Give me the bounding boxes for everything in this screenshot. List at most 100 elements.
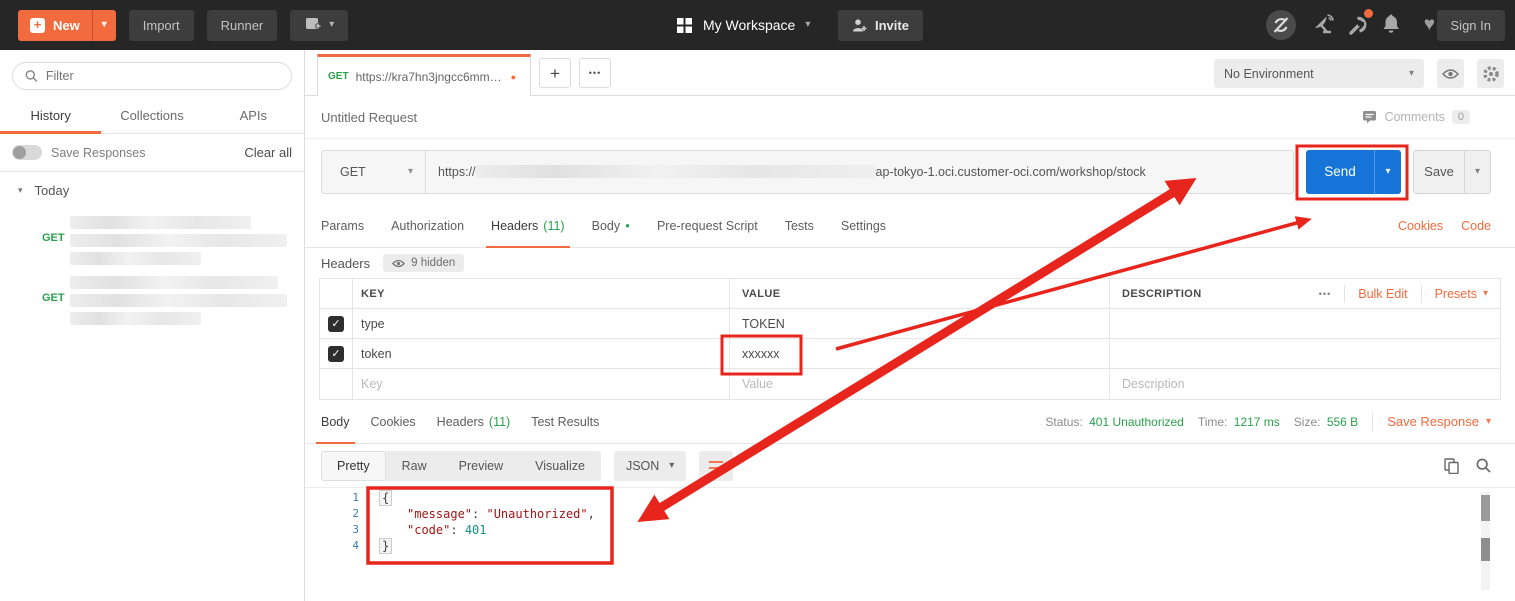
divider xyxy=(1344,285,1345,303)
status-indicator: Status: 401 Unauthorized xyxy=(1045,415,1183,429)
bulk-edit-link[interactable]: Bulk Edit xyxy=(1358,287,1407,301)
new-window-button[interactable]: ▾ xyxy=(290,10,348,41)
header-value: xxxxxx xyxy=(742,347,780,361)
new-button-label: New xyxy=(53,18,80,33)
new-button[interactable]: + New ▾ xyxy=(18,10,116,41)
more-icon[interactable]: ••• xyxy=(1319,289,1331,299)
tab-settings[interactable]: Settings xyxy=(841,204,886,247)
tab-params[interactable]: Params xyxy=(321,204,364,247)
editor-scrollbar-thumb[interactable] xyxy=(1481,495,1490,521)
response-tab-body[interactable]: Body xyxy=(321,400,350,443)
code-line: 4 } xyxy=(305,538,1515,554)
tab-collections[interactable]: Collections xyxy=(101,98,202,133)
tab-prerequest-script[interactable]: Pre-request Script xyxy=(657,204,758,247)
tab-authorization[interactable]: Authorization xyxy=(391,204,464,247)
chevron-down-icon: ▾ xyxy=(18,185,23,196)
chevron-down-icon: ▾ xyxy=(1486,417,1491,427)
environment-selector[interactable]: No Environment ▾ xyxy=(1214,59,1424,88)
mode-pretty[interactable]: Pretty xyxy=(321,451,386,481)
runner-button[interactable]: Runner xyxy=(207,10,278,41)
tab-history[interactable]: History xyxy=(0,98,101,133)
presets-dropdown[interactable]: Presets ▾ xyxy=(1435,287,1488,301)
wrap-text-icon xyxy=(708,459,725,473)
send-options-dropdown[interactable]: ▾ xyxy=(1374,150,1401,194)
settings-button[interactable] xyxy=(1477,59,1504,88)
redacted-text xyxy=(70,276,278,289)
eye-icon xyxy=(1442,68,1459,80)
history-group-today[interactable]: ▾ Today xyxy=(0,172,304,208)
save-options-dropdown[interactable]: ▾ xyxy=(1464,151,1490,193)
save-responses-toggle[interactable] xyxy=(12,145,42,160)
new-window-icon xyxy=(304,17,322,33)
satellite-icon[interactable] xyxy=(1311,13,1335,37)
format-selector[interactable]: JSON ▾ xyxy=(614,451,686,481)
clear-all-link[interactable]: Clear all xyxy=(244,145,292,160)
sidebar-tabs: History Collections APIs xyxy=(0,98,304,134)
method-badge: GET xyxy=(328,71,349,82)
tab-body[interactable]: Body ● xyxy=(592,204,630,247)
size-value: 556 B xyxy=(1327,415,1358,429)
signin-button[interactable]: Sign In xyxy=(1437,10,1505,41)
filter-box xyxy=(12,62,292,90)
invite-person-icon xyxy=(852,18,868,33)
row-checkbox-checked[interactable]: ✓ xyxy=(328,346,344,362)
copy-response-button[interactable] xyxy=(1444,458,1459,474)
workspace-switcher[interactable]: My Workspace ▾ xyxy=(676,17,810,34)
tab-options-button[interactable]: ••• xyxy=(579,58,611,88)
cookies-link[interactable]: Cookies xyxy=(1398,219,1443,233)
search-response-button[interactable] xyxy=(1476,458,1491,473)
url-input[interactable]: https:// ap-tokyo-1.oci.customer-oci.com… xyxy=(426,165,1293,179)
headers-section-title: Headers xyxy=(321,256,370,271)
tab-tests[interactable]: Tests xyxy=(785,204,814,247)
hidden-headers-badge[interactable]: 9 hidden xyxy=(383,254,464,272)
mode-raw[interactable]: Raw xyxy=(386,451,443,481)
new-tab-button[interactable]: + xyxy=(539,58,571,88)
history-item[interactable]: GET xyxy=(0,268,304,328)
comments-button[interactable]: Comments 0 xyxy=(1362,110,1470,124)
chevron-down-icon: ▾ xyxy=(1409,69,1414,79)
response-tab-cookies[interactable]: Cookies xyxy=(371,400,416,443)
tab-apis[interactable]: APIs xyxy=(203,98,304,133)
redacted-text xyxy=(70,312,201,325)
redacted-url-segment xyxy=(476,165,876,178)
history-item[interactable]: GET xyxy=(0,208,304,268)
notifications-bell-icon[interactable] xyxy=(1380,13,1402,37)
header-key: type xyxy=(361,317,385,331)
setup-wrench-icon[interactable] xyxy=(1346,13,1370,37)
response-tab-test-results[interactable]: Test Results xyxy=(531,400,599,443)
wrap-lines-button[interactable] xyxy=(699,451,733,481)
invite-button[interactable]: Invite xyxy=(838,10,923,41)
url-suffix: ap-tokyo-1.oci.customer-oci.com/workshop… xyxy=(876,165,1146,179)
environment-quick-look-button[interactable] xyxy=(1437,59,1464,88)
headers-count: (11) xyxy=(543,219,564,233)
method-badge: GET xyxy=(42,232,65,244)
response-editor[interactable]: 1 { 2 "message": "Unauthorized", 3 "code… xyxy=(305,488,1515,598)
mode-preview[interactable]: Preview xyxy=(443,451,519,481)
save-response-button[interactable]: Save Response ▾ xyxy=(1387,414,1491,429)
plus-icon: + xyxy=(30,18,45,33)
new-dropdown[interactable]: ▾ xyxy=(92,10,116,41)
code-line: 1 { xyxy=(305,490,1515,506)
mode-visualize[interactable]: Visualize xyxy=(519,451,601,481)
code-link[interactable]: Code xyxy=(1461,219,1491,233)
sync-disabled-icon[interactable] xyxy=(1265,9,1297,41)
filter-input[interactable] xyxy=(46,69,279,83)
save-button[interactable]: Save xyxy=(1414,151,1464,193)
tab-headers[interactable]: Headers (11) xyxy=(491,204,565,247)
open-brace[interactable]: { xyxy=(379,490,392,506)
heart-icon[interactable]: ♥ xyxy=(1424,14,1435,36)
import-button[interactable]: Import xyxy=(129,10,194,41)
notification-dot xyxy=(1364,9,1373,18)
redacted-text xyxy=(70,294,287,307)
editor-scrollbar-thumb[interactable] xyxy=(1481,538,1490,561)
response-tab-headers[interactable]: Headers (11) xyxy=(437,400,511,443)
plus-icon: + xyxy=(550,65,560,82)
key-placeholder: Key xyxy=(361,377,383,391)
open-request-tab[interactable]: GET https://kra7hn3jngcc6mmh7wq… ● xyxy=(317,54,531,96)
table-header-row: KEY VALUE DESCRIPTION ••• Bulk Edit Pres… xyxy=(320,279,1500,309)
close-brace[interactable]: } xyxy=(379,538,392,554)
row-checkbox-checked[interactable]: ✓ xyxy=(328,316,344,332)
send-button[interactable]: Send xyxy=(1306,150,1374,194)
request-title[interactable]: Untitled Request xyxy=(321,110,417,125)
method-selector[interactable]: GET ▾ xyxy=(322,151,426,193)
